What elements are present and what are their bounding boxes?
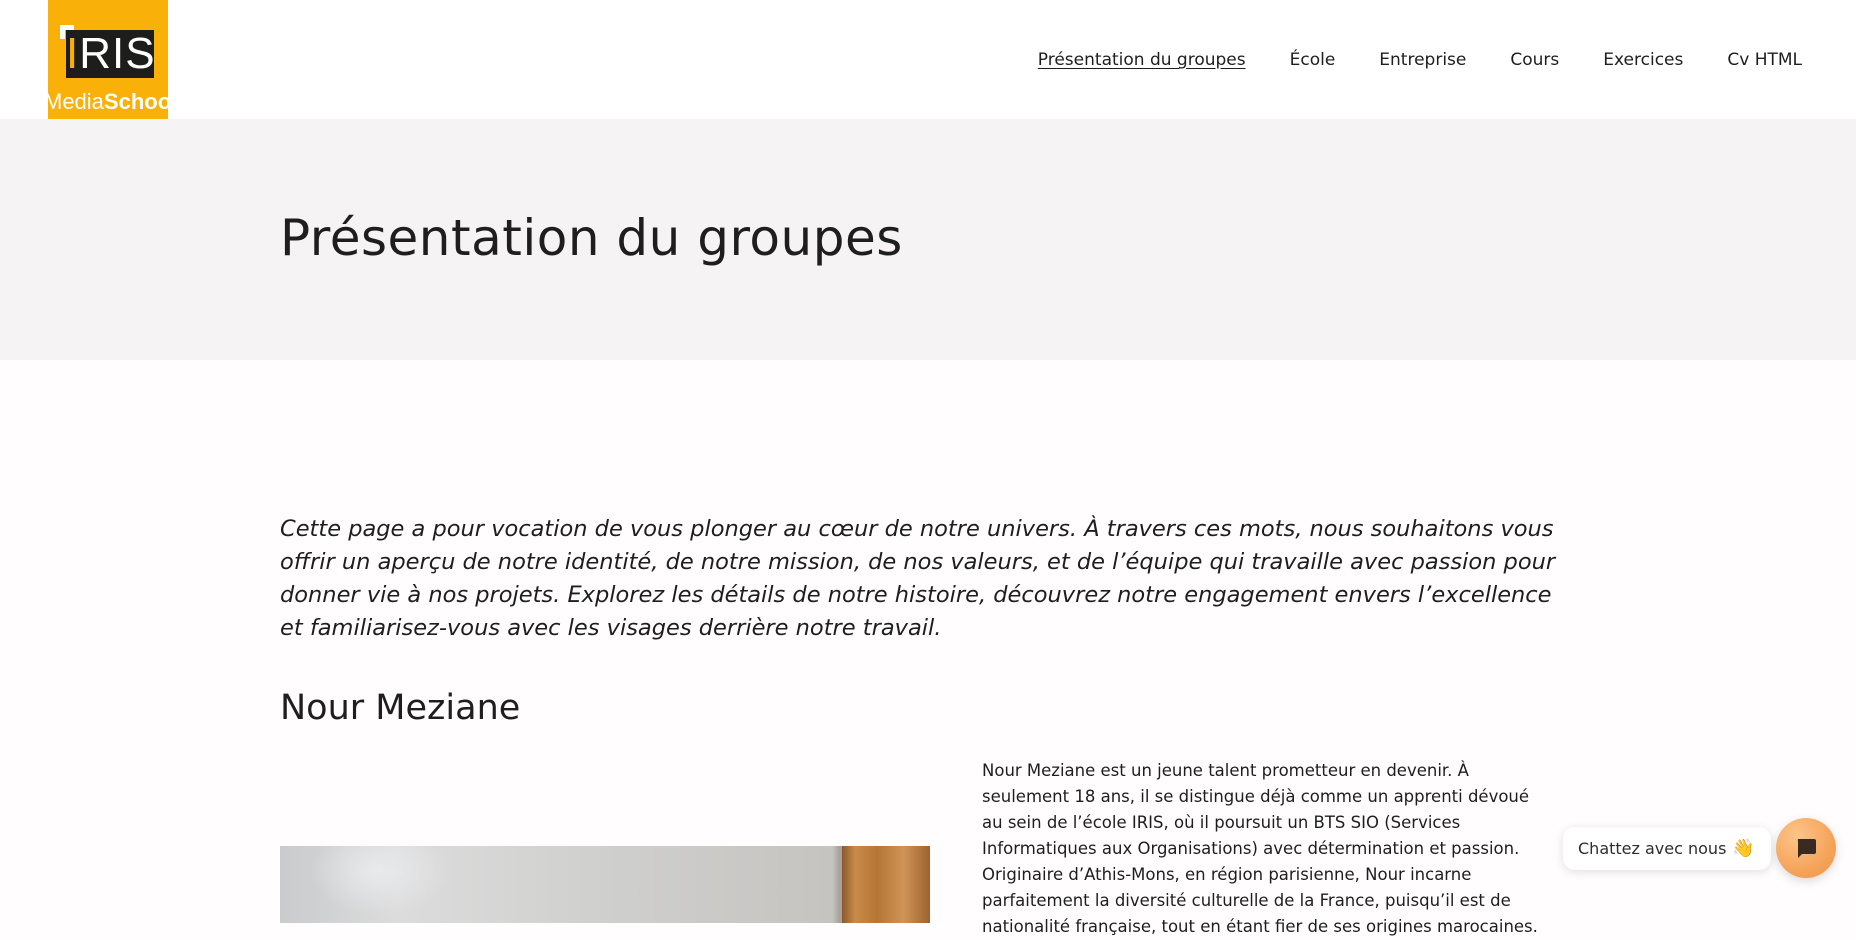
member-name: Nour Meziane	[280, 688, 521, 728]
main-nav: Présentation du groupes École Entreprise…	[1038, 48, 1802, 72]
page-title: Présentation du groupes	[280, 209, 903, 267]
iris-mediaschool-logo[interactable]: IRIS MediaSchool	[48, 0, 168, 119]
intro-paragraph: Cette page a pour vocation de vous plong…	[280, 516, 1556, 641]
logo-wordmark: IRIS	[66, 29, 156, 78]
nav-item-presentation[interactable]: Présentation du groupes	[1038, 48, 1246, 72]
chat-invite-bubble[interactable]: Chattez avec nous 👋	[1563, 827, 1771, 870]
logo-subtitle: MediaSchool	[48, 89, 168, 114]
photo-light-area	[310, 846, 450, 916]
chat-icon	[1797, 839, 1816, 858]
nav-item-cv-html[interactable]: Cv HTML	[1727, 48, 1802, 72]
member-photo	[280, 846, 930, 923]
page-hero: Présentation du groupes	[0, 119, 1856, 360]
nav-item-exercices[interactable]: Exercices	[1603, 48, 1683, 72]
nav-item-cours[interactable]: Cours	[1510, 48, 1559, 72]
waving-hand-icon: 👋	[1732, 838, 1755, 859]
site-header: IRIS MediaSchool Présentation du groupes…	[0, 0, 1856, 119]
member-bio: Nour Meziane est un jeune talent promett…	[982, 761, 1538, 936]
chat-launcher-button[interactable]	[1776, 818, 1836, 878]
nav-item-ecole[interactable]: École	[1290, 48, 1336, 72]
nav-item-entreprise[interactable]: Entreprise	[1379, 48, 1466, 72]
photo-wooden-door	[842, 846, 930, 923]
chat-invite-text: Chattez avec nous	[1578, 839, 1727, 858]
